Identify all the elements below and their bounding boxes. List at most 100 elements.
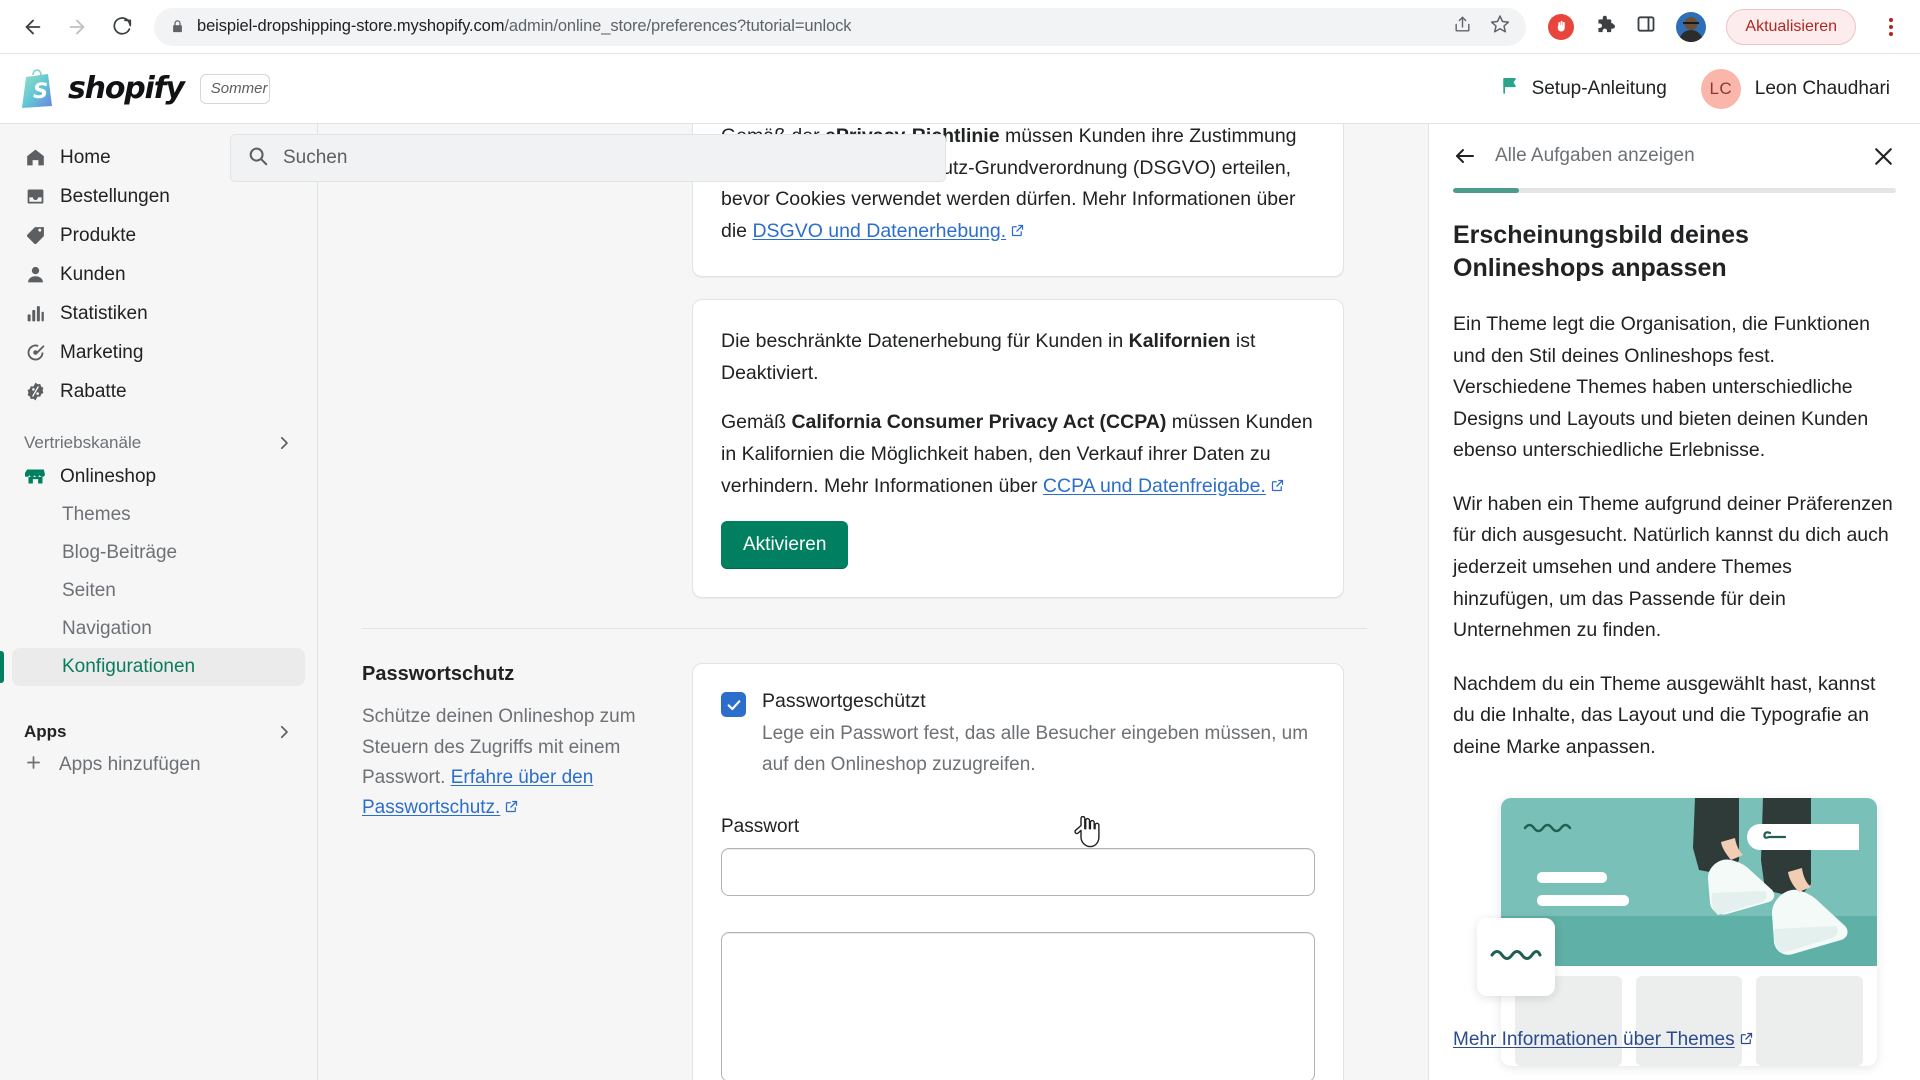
task-panel-title: Erscheinungsbild deines Onlineshops anpa…	[1453, 221, 1749, 282]
dsgvo-link[interactable]: DSGVO und Datenerhebung.	[752, 220, 1006, 242]
sidebar-item-kunden[interactable]: Kunden	[12, 255, 305, 294]
sidebar-item-label: Produkte	[60, 224, 137, 246]
task-panel-footer-link-wrap: Mehr Informationen über Themes	[1453, 1029, 1754, 1052]
sidebar-item-label: Rabatte	[60, 380, 127, 402]
password-protect-checkbox-row[interactable]: Passwortgeschützt Lege ein Passwort fest…	[721, 690, 1315, 780]
url-text: beispiel-dropshipping-store.myshopify.co…	[197, 17, 851, 36]
external-link-icon	[1010, 217, 1025, 249]
sidebar-item-themes[interactable]: Themes	[12, 496, 305, 534]
close-icon[interactable]	[1871, 144, 1896, 169]
profile-avatar-icon[interactable]	[1676, 11, 1707, 42]
browser-forward-button[interactable]	[58, 8, 96, 46]
task-panel-body: Erscheinungsbild deines Onlineshops anpa…	[1429, 219, 1920, 1070]
shopify-admin-app: S shopify Sommer Setup-Anleitung LC Leon…	[0, 54, 1920, 1080]
sidebar-item-statistiken[interactable]: Statistiken	[12, 294, 305, 333]
password-section-description: Schütze deinen Onlineshop zum Steuern de…	[362, 702, 662, 825]
illustration-product-placeholder	[1756, 975, 1864, 1066]
setup-guide-button[interactable]: Setup-Anleitung	[1500, 75, 1667, 102]
sidebar-item-produkte[interactable]: Produkte	[12, 216, 305, 255]
sidebar-section-apps[interactable]: Apps	[24, 722, 293, 742]
back-arrow-icon[interactable]	[1453, 144, 1477, 168]
illustration-floating-logo-tile	[1477, 917, 1555, 996]
sidebar-item-apps-hinzufuegen[interactable]: Apps hinzufügen	[12, 746, 305, 784]
url-path: /admin/online_store/preferences?tutorial…	[504, 17, 852, 35]
share-icon[interactable]	[1453, 15, 1472, 39]
sidebar-subitem-label: Seiten	[62, 580, 116, 601]
task-panel-back-label[interactable]: Alle Aufgaben anzeigen	[1495, 145, 1695, 167]
password-left-col: Passwortschutz Schütze deinen Onlineshop…	[362, 663, 692, 1080]
ccpa-status-paragraph: Die beschränkte Datenerhebung für Kunden…	[721, 326, 1315, 389]
sidebar-subitem-label: Konfigurationen	[62, 656, 196, 677]
home-icon	[24, 147, 46, 169]
flag-icon	[1500, 75, 1520, 102]
product-tag-icon	[24, 225, 46, 247]
store-front-icon	[24, 466, 46, 488]
adblock-icon[interactable]	[1548, 13, 1575, 40]
sidebar-item-rabatte[interactable]: Rabatte	[12, 372, 305, 411]
kebab-menu-icon[interactable]	[1876, 8, 1906, 46]
browser-reload-button[interactable]	[102, 8, 140, 46]
task-panel-paragraph: Ein Theme legt die Organisation, die Fun…	[1453, 313, 1870, 462]
extensions-puzzle-icon[interactable]	[1594, 13, 1616, 40]
sidebar-item-label: Home	[60, 146, 111, 168]
shopify-wordmark: shopify	[68, 71, 185, 106]
browser-toolbar: beispiel-dropshipping-store.myshopify.co…	[0, 0, 1920, 54]
sidebar-section-vertriebskanaele[interactable]: Vertriebskanäle	[24, 433, 293, 453]
ccpa-link[interactable]: CCPA und Datenfreigabe.	[1043, 475, 1266, 497]
sidebar-item-bestellungen[interactable]: Bestellungen	[12, 177, 305, 216]
sidebar-item-label: Statistiken	[60, 302, 148, 324]
chevron-right-icon[interactable]	[275, 434, 293, 452]
ccpa-card: Die beschränkte Datenerhebung für Kunden…	[692, 299, 1344, 599]
activate-ccpa-button[interactable]: Aktivieren	[721, 521, 849, 570]
external-link-icon	[504, 794, 519, 824]
sidebar-subitem-label: Blog-Beiträge	[62, 542, 178, 563]
task-panel: Alle Aufgaben anzeigen Erscheinungsbild …	[1428, 124, 1920, 1080]
sidebar-item-label: Onlineshop	[60, 465, 157, 487]
more-info-themes-link[interactable]: Mehr Informationen über Themes	[1453, 1029, 1735, 1050]
sidebar-item-konfigurationen[interactable]: Konfigurationen	[0, 648, 305, 686]
sidebar-nav: Home Bestellungen Produkte Kunden Statis…	[0, 124, 318, 1080]
password-message-textarea[interactable]	[721, 931, 1315, 1080]
password-input[interactable]	[721, 847, 1315, 896]
store-name-chip[interactable]: Sommer	[199, 73, 270, 104]
side-panel-icon[interactable]	[1636, 14, 1656, 39]
sidebar-item-onlineshop[interactable]: Onlineshop	[12, 457, 305, 496]
ccpa-left-col	[362, 299, 692, 598]
sidebar-subitem-label: Themes	[62, 504, 131, 525]
password-section-title: Passwortschutz	[362, 663, 515, 686]
bookmark-star-icon[interactable]	[1490, 14, 1510, 39]
illustration-text-bar	[1537, 871, 1607, 883]
sidebar-item-navigation[interactable]: Navigation	[12, 610, 305, 648]
ccpa-status-bold: Kalifornien	[1128, 330, 1231, 353]
search-input[interactable]: Suchen	[230, 134, 946, 182]
chrome-update-button[interactable]: Aktualisieren	[1726, 8, 1856, 45]
task-panel-paragraph: Wir haben ein Theme aufgrund deiner Präf…	[1453, 492, 1893, 642]
browser-back-button[interactable]	[14, 8, 52, 46]
search-placeholder: Suchen	[283, 147, 348, 168]
ccpa-settings-row: Die beschränkte Datenerhebung für Kunden…	[362, 299, 1608, 599]
svg-text:S: S	[33, 79, 48, 103]
sidebar-section-label: Vertriebskanäle	[24, 433, 142, 452]
setup-guide-label: Setup-Anleitung	[1531, 77, 1667, 99]
shopify-bag-icon: S	[18, 68, 56, 109]
password-protect-checkbox[interactable]	[721, 692, 746, 718]
url-host: beispiel-dropshipping-store.myshopify.co…	[197, 17, 505, 35]
sidebar-item-label: Kunden	[60, 263, 126, 285]
ccpa-description-paragraph: Gemäß California Consumer Privacy Act (C…	[721, 407, 1315, 503]
address-bar[interactable]: beispiel-dropshipping-store.myshopify.co…	[154, 7, 1527, 46]
password-right-col: Passwortgeschützt Lege ein Passwort fest…	[692, 663, 1344, 1080]
ccpa-status-pre: Die beschränkte Datenerhebung für Kunden…	[721, 330, 1129, 353]
sidebar-item-label: Bestellungen	[60, 185, 170, 207]
illustration-text-bar	[1537, 894, 1629, 906]
password-card: Passwortgeschützt Lege ein Passwort fest…	[692, 663, 1344, 1080]
chevron-right-icon[interactable]	[275, 723, 293, 741]
sidebar-item-blog-beitraege[interactable]: Blog-Beiträge	[12, 534, 305, 572]
shopify-logo[interactable]: S shopify Sommer	[0, 68, 270, 109]
sidebar-item-marketing[interactable]: Marketing	[12, 333, 305, 372]
user-menu[interactable]: LC Leon Chaudhari	[1700, 68, 1890, 109]
sidebar-item-seiten[interactable]: Seiten	[12, 572, 305, 610]
ccpa-p2-bold: California Consumer Privacy Act (CCPA)	[791, 411, 1167, 434]
app-topbar: S shopify Sommer Setup-Anleitung LC Leon…	[0, 54, 1920, 124]
ccpa-right-col: Die beschränkte Datenerhebung für Kunden…	[692, 299, 1344, 599]
ccpa-p2-pre: Gemäß	[721, 411, 792, 434]
